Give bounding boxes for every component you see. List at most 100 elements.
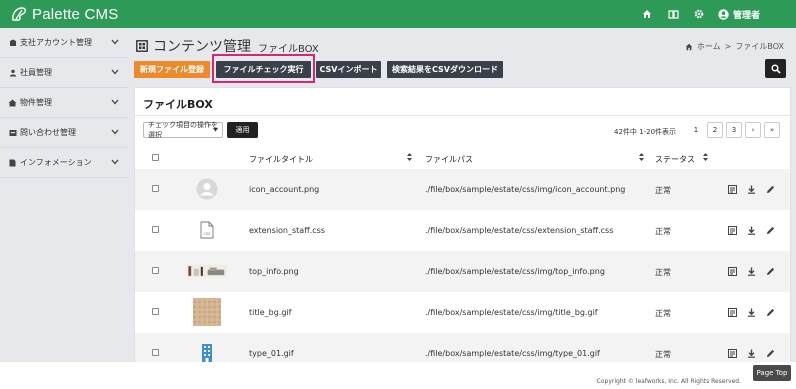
fabric-texture-thumbnail	[187, 298, 227, 326]
edit-icon[interactable]	[765, 184, 775, 194]
file-path: ./file/box/sample/estate/css/img/title_b…	[425, 308, 598, 317]
edit-icon[interactable]	[765, 307, 775, 317]
detail-icon[interactable]	[727, 225, 737, 235]
search-icon	[770, 63, 781, 74]
download-icon[interactable]	[746, 307, 756, 317]
caret-down-icon	[213, 128, 218, 132]
row-checkbox[interactable]	[152, 267, 159, 274]
palette-logo-icon	[12, 7, 27, 21]
sort-icon[interactable]	[407, 153, 412, 161]
sidebar-item-label: 支社アカウント管理	[20, 38, 92, 47]
file-path: ./file/box/sample/estate/css/img/type_01…	[425, 349, 600, 358]
file-title: icon_account.png	[249, 185, 320, 194]
edit-icon[interactable]	[765, 266, 775, 276]
user-menu[interactable]: 管理者	[718, 6, 760, 22]
download-icon[interactable]	[746, 348, 756, 358]
logo-text: Palette CMS	[32, 5, 119, 23]
row-checkbox[interactable]	[152, 349, 159, 356]
avatar-thumbnail	[187, 175, 227, 203]
book-icon[interactable]	[667, 8, 679, 20]
chevron-down-icon	[111, 99, 119, 105]
detail-icon[interactable]	[727, 348, 737, 358]
content-grid-icon	[136, 40, 148, 52]
page-top-button[interactable]: Page Top	[753, 365, 791, 381]
page-link-1[interactable]: 1	[689, 122, 703, 138]
main-content: コンテンツ管理 ファイルBOX ホーム > ファイルBOX 新規ファイル登録 フ…	[128, 28, 796, 389]
file-status: 正常	[655, 309, 671, 318]
file-title: title_bg.gif	[249, 308, 292, 317]
breadcrumb-home[interactable]: ホーム	[697, 41, 721, 52]
sidebar-item-properties[interactable]: 物件管理	[0, 88, 128, 118]
logo[interactable]: Palette CMS	[10, 4, 118, 24]
sidebar-item-label: 問い合わせ管理	[20, 128, 76, 137]
file-path: ./file/box/sample/estate/css/img/top_inf…	[425, 267, 605, 276]
inbox-icon	[8, 128, 17, 137]
page-next[interactable]: ›	[745, 122, 761, 138]
footer: Copyright © leafworks, Inc. All Rights R…	[0, 362, 796, 389]
new-file-button[interactable]: 新規ファイル登録	[134, 61, 210, 78]
file-box-card: ファイルBOX チェック項目の操作を選択 適用 42件中 1-20件表示 1 2…	[134, 87, 791, 389]
detail-icon[interactable]	[727, 307, 737, 317]
sidebar-item-label: 物件管理	[20, 98, 52, 107]
csv-download-button[interactable]: 検索結果をCSVダウンロード	[387, 61, 503, 78]
page-link-2[interactable]: 2	[707, 122, 723, 138]
divider	[135, 115, 790, 116]
column-header-title[interactable]: ファイルタイトル	[249, 154, 313, 165]
file-path: ./file/box/sample/estate/css/img/icon_ac…	[425, 185, 626, 194]
download-icon[interactable]	[746, 184, 756, 194]
edit-icon[interactable]	[765, 348, 775, 358]
csv-import-button[interactable]: CSVインポート	[316, 61, 381, 78]
sort-icon[interactable]	[639, 153, 644, 161]
table-row[interactable]: top_info.png ./file/box/sample/estate/cs…	[135, 251, 790, 292]
sidebar: 支社アカウント管理 社員管理 物件管理 問い合わせ管理 インフォメーション	[0, 28, 128, 389]
chevron-down-icon	[111, 129, 119, 135]
table-row[interactable]: CSS extension_staff.css ./file/box/sampl…	[135, 210, 790, 251]
column-header-path[interactable]: ファイルパス	[425, 154, 473, 165]
page-header: コンテンツ管理 ファイルBOX	[136, 36, 319, 56]
chevron-down-icon	[111, 69, 119, 75]
user-icon	[718, 8, 729, 20]
file-status: 正常	[655, 268, 671, 277]
sort-icon[interactable]	[703, 153, 708, 161]
sidebar-item-information[interactable]: インフォメーション	[0, 148, 128, 178]
building-icon	[8, 38, 17, 47]
page-link-3[interactable]: 3	[726, 122, 742, 138]
row-checkbox[interactable]	[152, 226, 159, 233]
sidebar-item-staff[interactable]: 社員管理	[0, 58, 128, 88]
sidebar-item-branch-accounts[interactable]: 支社アカウント管理	[0, 28, 128, 58]
people-icon	[8, 68, 17, 77]
download-icon[interactable]	[746, 266, 756, 276]
home-icon[interactable]	[641, 8, 653, 20]
table-row[interactable]: title_bg.gif ./file/box/sample/estate/cs…	[135, 292, 790, 333]
table-row[interactable]: icon_account.png ./file/box/sample/estat…	[135, 169, 790, 210]
row-checkbox[interactable]	[152, 185, 159, 192]
top-bar: Palette CMS 管理者	[0, 0, 796, 28]
house-icon	[8, 98, 17, 107]
detail-icon[interactable]	[727, 266, 737, 276]
breadcrumb-separator: >	[724, 42, 732, 51]
download-icon[interactable]	[746, 225, 756, 235]
gear-icon[interactable]	[693, 8, 705, 20]
bulk-action-select[interactable]: チェック項目の操作を選択	[143, 121, 223, 139]
svg-text:CSS: CSS	[203, 232, 211, 236]
column-header-status[interactable]: ステータス	[655, 154, 695, 165]
user-label: 管理者	[733, 10, 761, 21]
file-check-button[interactable]: ファイルチェック実行	[216, 61, 311, 78]
row-checkbox[interactable]	[152, 308, 159, 315]
bulk-action-value: チェック項目の操作を選択	[148, 121, 218, 139]
select-all-checkbox[interactable]	[152, 154, 159, 161]
page-last[interactable]: »	[764, 122, 780, 138]
interior-photo-thumbnail	[187, 257, 227, 285]
file-title: top_info.png	[249, 267, 299, 276]
copyright-text: Copyright © leafworks, Inc. All Rights R…	[596, 378, 741, 385]
file-title: type_01.gif	[249, 349, 294, 358]
detail-icon[interactable]	[727, 184, 737, 194]
file-status: 正常	[655, 186, 671, 195]
result-count: 42件中 1-20件表示	[614, 128, 677, 136]
edit-icon[interactable]	[765, 225, 775, 235]
sidebar-item-inquiries[interactable]: 問い合わせ管理	[0, 118, 128, 148]
home-icon	[685, 43, 693, 50]
apply-button[interactable]: 適用	[227, 122, 258, 138]
search-button[interactable]	[765, 59, 786, 78]
chevron-down-icon	[111, 159, 119, 165]
